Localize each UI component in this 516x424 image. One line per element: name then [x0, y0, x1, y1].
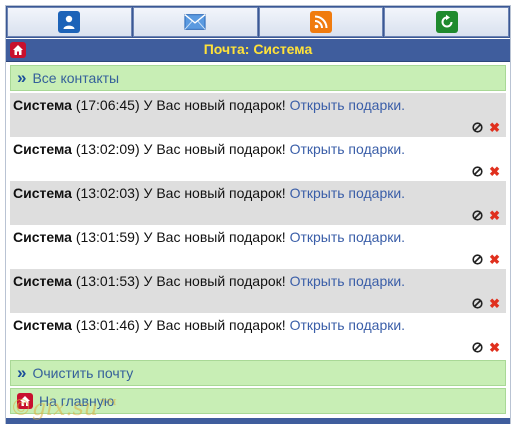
message-row: Система (13:02:03) У Вас новый подарок! … — [10, 181, 506, 225]
home-link[interactable]: На главную — [10, 388, 506, 414]
profile-button[interactable] — [7, 7, 132, 37]
message-sender: Система — [13, 185, 72, 201]
home-label: На главную — [39, 393, 115, 409]
refresh-icon — [435, 11, 458, 33]
message-time: (13:02:03) — [75, 185, 140, 201]
message-row: Система (13:01:53) У Вас новый подарок! … — [10, 269, 506, 313]
message-time: (13:01:46) — [75, 317, 140, 333]
rss-button[interactable] — [258, 7, 384, 37]
user-icon — [58, 11, 81, 33]
open-gifts-link[interactable]: Открыть подарки. — [290, 317, 406, 333]
block-icon[interactable] — [472, 122, 483, 133]
delete-icon[interactable]: ✖ — [489, 253, 500, 266]
double-chevron-icon: » — [17, 68, 27, 87]
message-row: Система (17:06:45) У Вас новый подарок! … — [10, 93, 506, 137]
open-gifts-link[interactable]: Открыть подарки. — [290, 185, 406, 201]
message-text: У Вас новый подарок! — [143, 141, 286, 157]
refresh-button[interactable] — [384, 7, 509, 37]
delete-icon[interactable]: ✖ — [489, 297, 500, 310]
open-gifts-link[interactable]: Открыть подарки. — [290, 229, 406, 245]
message-row: Система (13:02:09) У Вас новый подарок! … — [10, 137, 506, 181]
message-text: У Вас новый подарок! — [143, 97, 286, 113]
message-text: У Вас новый подарок! — [143, 317, 286, 333]
page-title: Почта: Система — [203, 41, 313, 57]
clear-mail-label: Очистить почту — [32, 365, 134, 381]
rss-icon — [309, 11, 332, 33]
message-time: (13:02:09) — [75, 141, 140, 157]
mail-icon — [184, 11, 206, 33]
mail-window: Почта: Система » Все контакты Система (1… — [6, 6, 510, 424]
all-contacts-link[interactable]: » Все контакты — [10, 65, 506, 91]
double-chevron-icon: » — [17, 363, 27, 382]
block-icon[interactable] — [472, 342, 483, 353]
message-text: У Вас новый подарок! — [143, 229, 286, 245]
block-icon[interactable] — [472, 166, 483, 177]
delete-icon[interactable]: ✖ — [489, 209, 500, 222]
open-gifts-link[interactable]: Открыть подарки. — [290, 273, 406, 289]
block-icon[interactable] — [472, 254, 483, 265]
message-sender: Система — [13, 273, 72, 289]
home-icon — [17, 393, 33, 409]
delete-icon[interactable]: ✖ — [489, 121, 500, 134]
message-sender: Система — [13, 317, 72, 333]
message-time: (13:01:53) — [75, 273, 140, 289]
clear-mail-link[interactable]: » Очистить почту — [10, 360, 506, 386]
message-sender: Система — [13, 97, 72, 113]
mail-button[interactable] — [132, 7, 258, 37]
message-row: Система (13:01:46) У Вас новый подарок! … — [10, 313, 506, 357]
message-sender: Система — [13, 229, 72, 245]
message-time: (17:06:45) — [75, 97, 140, 113]
title-bar: Почта: Система — [6, 39, 510, 62]
delete-icon[interactable]: ✖ — [489, 165, 500, 178]
block-icon[interactable] — [472, 210, 483, 221]
message-time: (13:01:59) — [75, 229, 140, 245]
all-contacts-label: Все контакты — [32, 70, 120, 86]
delete-icon[interactable]: ✖ — [489, 341, 500, 354]
block-icon[interactable] — [472, 298, 483, 309]
open-gifts-link[interactable]: Открыть подарки. — [290, 141, 406, 157]
top-toolbar — [6, 6, 510, 38]
open-gifts-link[interactable]: Открыть подарки. — [290, 97, 406, 113]
message-sender: Система — [13, 141, 72, 157]
message-text: У Вас новый подарок! — [143, 185, 286, 201]
message-row: Система (13:01:59) У Вас новый подарок! … — [10, 225, 506, 269]
message-text: У Вас новый подарок! — [143, 273, 286, 289]
footer-strip — [6, 418, 510, 424]
